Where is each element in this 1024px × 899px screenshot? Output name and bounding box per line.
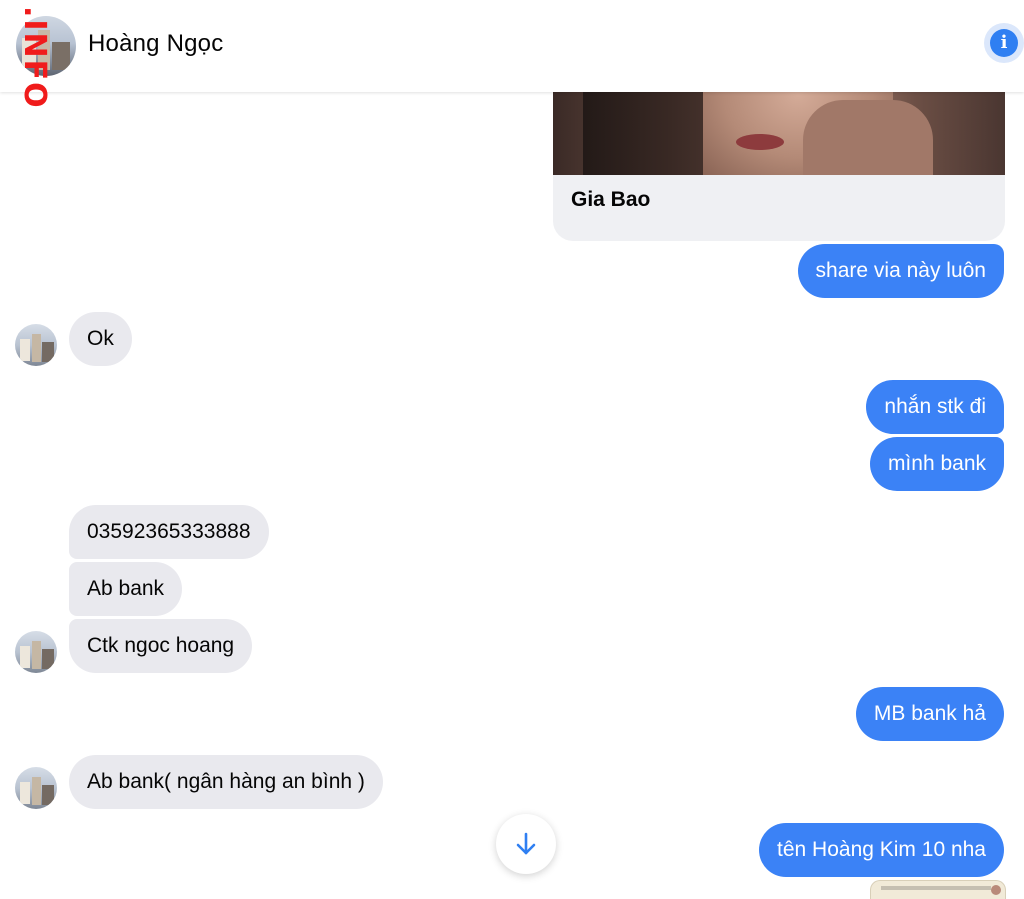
info-button[interactable]: i	[984, 23, 1024, 63]
message-outgoing[interactable]: tên Hoàng Kim 10 nha	[759, 823, 1004, 877]
sender-avatar[interactable]	[15, 631, 57, 673]
message-outgoing[interactable]: MB bank hả	[855, 687, 1004, 741]
arrow-down-icon	[516, 832, 536, 855]
scroll-to-bottom-button[interactable]	[496, 814, 556, 874]
sender-avatar[interactable]	[15, 767, 57, 809]
message-outgoing[interactable]: nhắn stk đi	[866, 380, 1004, 434]
chat-screen: Hoàng Ngọc i .INFO Gia Bao share via này…	[0, 0, 1024, 899]
sender-avatar[interactable]	[15, 324, 57, 366]
info-icon: i	[990, 29, 1018, 57]
message-incoming[interactable]: Ctk ngoc hoang	[69, 619, 253, 673]
watermark-text: .INFO	[17, 6, 52, 110]
chat-header: Hoàng Ngọc i	[0, 0, 1024, 92]
message-incoming[interactable]: Ab bank( ngân hàng an bình )	[69, 755, 383, 809]
message-outgoing[interactable]: mình bank	[869, 437, 1004, 491]
message-outgoing[interactable]: share via này luôn	[797, 244, 1004, 298]
shared-card-caption: Gia Bao	[571, 188, 651, 211]
watermark: .INFO	[8, 6, 52, 118]
message-incoming[interactable]: Ok	[69, 312, 132, 366]
message-incoming[interactable]: Ab bank	[69, 562, 183, 616]
message-incoming[interactable]: 03592365333888	[69, 505, 269, 559]
contact-name[interactable]: Hoàng Ngọc	[88, 30, 223, 58]
image-attachment-thumbnail[interactable]	[870, 880, 1006, 899]
